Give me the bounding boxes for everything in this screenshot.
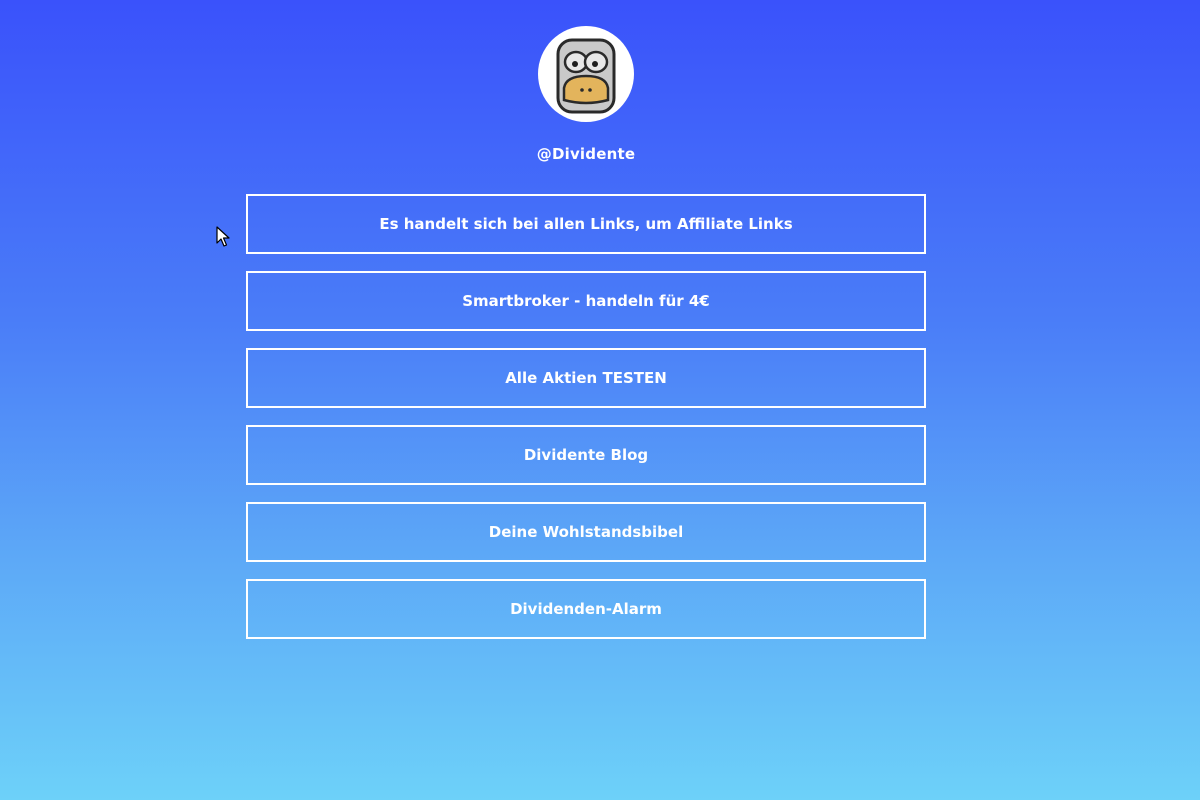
link-button-affiliate-notice[interactable]: Es handelt sich bei allen Links, um Affi… (246, 194, 926, 254)
link-button-alle-aktien[interactable]: Alle Aktien TESTEN (246, 348, 926, 408)
link-button-dividente-blog[interactable]: Dividente Blog (246, 425, 926, 485)
avatar (538, 26, 634, 122)
link-list: Es handelt sich bei allen Links, um Affi… (246, 194, 926, 656)
link-button-dividenden-alarm[interactable]: Dividenden-Alarm (246, 579, 926, 639)
mouse-pointer-icon (216, 226, 230, 248)
monkey-face-icon (539, 27, 633, 121)
profile-handle: @Dividente (536, 145, 636, 163)
linktree-page: @Dividente Es handelt sich bei allen Lin… (0, 0, 1200, 800)
link-button-wohlstandsbibel[interactable]: Deine Wohlstandsbibel (246, 502, 926, 562)
link-button-smartbroker[interactable]: Smartbroker - handeln für 4€ (246, 271, 926, 331)
